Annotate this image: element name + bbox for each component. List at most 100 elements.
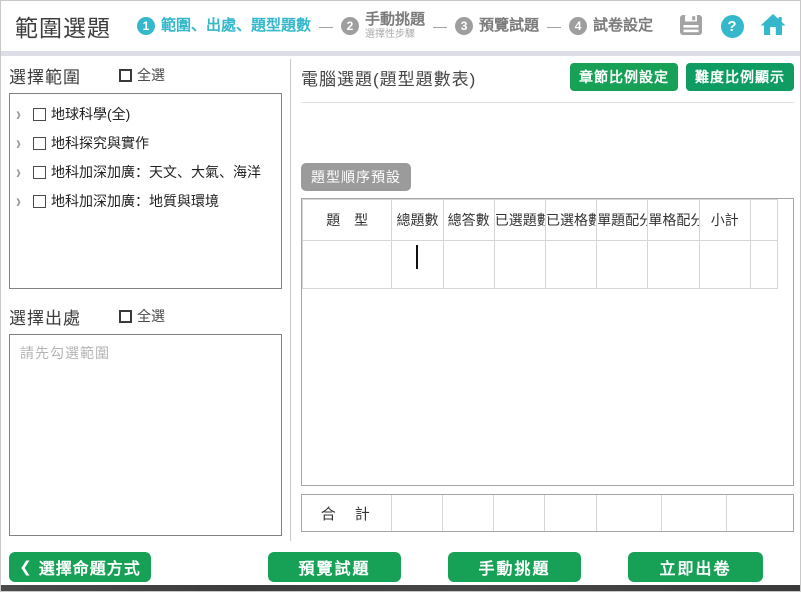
- totals-cell: [544, 495, 596, 531]
- table-cell[interactable]: [597, 241, 648, 289]
- chapter-ratio-button[interactable]: 章節比例設定: [570, 63, 678, 91]
- app-window: 範圍選題 1範圍、出處、題型題數—2手動挑題選擇性步驟—3預覽試題—4試卷設定 …: [0, 0, 801, 592]
- table-cell[interactable]: [494, 241, 545, 289]
- table-row: [303, 241, 778, 289]
- step-4-circle: 4: [569, 17, 587, 35]
- question-type-order-preset-button[interactable]: 題型順序預設: [301, 163, 411, 191]
- source-section-title: 選擇出處: [9, 304, 81, 329]
- expand-chevron-icon[interactable]: ›: [16, 162, 28, 182]
- range-item-checkbox[interactable]: [33, 108, 46, 121]
- range-item-label: 地科加深加廣：天文、大氣、海洋: [51, 162, 261, 182]
- step-2-sublabel: 選擇性步驟: [365, 29, 425, 40]
- range-item-label: 地科加深加廣：地質與環境: [51, 191, 219, 211]
- totals-cell: [596, 495, 661, 531]
- column-header-2: 總答數: [443, 200, 494, 241]
- totals-row-container: 合 計: [301, 494, 794, 532]
- totals-label: 合 計: [302, 495, 391, 531]
- main-divider: [301, 102, 794, 103]
- range-section-header: 選擇範圍 全選: [9, 61, 282, 89]
- step-1-label: 範圍、出處、題型題數: [161, 18, 311, 35]
- source-select-all-label: 全選: [137, 306, 165, 326]
- range-tree-item-0[interactable]: › 地球科學(全): [16, 104, 277, 124]
- step-indicator: 1 範圍、出處、題型題數 — 2手動挑題選擇性步驟 — 3 預覽試題 — 4 試卷設定: [137, 12, 678, 40]
- column-header-0: 題 型: [303, 200, 392, 241]
- step-1[interactable]: 1 範圍、出處、題型題數: [137, 17, 311, 35]
- step-4[interactable]: 4 試卷設定: [569, 17, 653, 35]
- range-section-title: 選擇範圍: [9, 63, 81, 88]
- range-item-label: 地球科學(全): [51, 104, 130, 124]
- totals-cell: [391, 495, 442, 531]
- source-section-header: 選擇出處 全選: [9, 302, 282, 330]
- totals-cell: [442, 495, 493, 531]
- column-header-8: [750, 200, 777, 241]
- step-1-circle: 1: [137, 17, 155, 35]
- step-3-circle: 3: [455, 17, 473, 35]
- step-separator: —: [319, 18, 333, 34]
- totals-cell: [661, 495, 726, 531]
- column-header-7: 小計: [699, 200, 750, 241]
- totals-row: 合 計: [302, 495, 793, 531]
- save-button[interactable]: [678, 13, 704, 39]
- source-list: 請先勾選範圍: [9, 334, 282, 536]
- totals-cell: [493, 495, 544, 531]
- expand-chevron-icon[interactable]: ›: [16, 104, 28, 124]
- header: 範圍選題 1範圍、出處、題型題數—2手動挑題選擇性步驟—3預覽試題—4試卷設定 …: [1, 1, 800, 51]
- back-to-method-button[interactable]: ❮ 選擇命題方式: [9, 552, 151, 582]
- source-select-all-checkbox[interactable]: [119, 310, 132, 323]
- help-button[interactable]: ?: [719, 13, 745, 39]
- range-item-checkbox[interactable]: [33, 166, 46, 179]
- header-icons: ?: [678, 13, 786, 39]
- main-panel: 電腦選題(題型題數表) 章節比例設定 難度比例顯示 題型順序預設 題 型總題數總…: [301, 61, 794, 532]
- expand-chevron-icon[interactable]: ›: [16, 133, 28, 153]
- step-4-label: 試卷設定: [593, 18, 653, 35]
- range-select-all[interactable]: 全選: [119, 65, 165, 85]
- manual-pick-button[interactable]: 手動挑題: [448, 552, 581, 582]
- page-title: 範圍選題: [15, 9, 111, 43]
- totals-cell: [726, 495, 793, 531]
- source-placeholder: 請先勾選範圍: [20, 345, 110, 361]
- range-tree: › 地球科學(全) › 地科探究與實作 › 地科加深加廣：天文、大氣、海洋 › 地科加深加廣：…: [9, 93, 282, 289]
- range-select-all-label: 全選: [137, 65, 165, 85]
- question-type-table: 題 型總題數總答數已選題數已選格數單題配分單格配分小計: [302, 199, 778, 289]
- table-cell[interactable]: [392, 241, 443, 289]
- range-select-all-checkbox[interactable]: [119, 69, 132, 82]
- home-button[interactable]: [760, 13, 786, 39]
- range-tree-item-1[interactable]: › 地科探究與實作: [16, 133, 277, 153]
- step-separator: —: [547, 18, 561, 34]
- save-icon: [679, 14, 703, 39]
- back-arrow-icon: ❮: [19, 558, 33, 576]
- column-header-3: 已選題數: [494, 200, 545, 241]
- step-3-label: 預覽試題: [479, 18, 539, 35]
- difficulty-ratio-button[interactable]: 難度比例顯示: [686, 63, 794, 91]
- table-cell[interactable]: [648, 241, 699, 289]
- text-cursor: [416, 245, 418, 269]
- home-icon: [760, 13, 786, 40]
- table-cell[interactable]: [750, 241, 777, 289]
- table-cell[interactable]: [443, 241, 494, 289]
- header-divider: [1, 51, 800, 56]
- step-3[interactable]: 3 預覽試題: [455, 17, 539, 35]
- range-tree-item-2[interactable]: › 地科加深加廣：天文、大氣、海洋: [16, 162, 277, 182]
- question-type-table-container: 題 型總題數總答數已選題數已選格數單題配分單格配分小計: [301, 198, 794, 486]
- table-cell[interactable]: [699, 241, 750, 289]
- step-2[interactable]: 2手動挑題選擇性步驟: [341, 12, 425, 40]
- totals-table: 合 計: [302, 495, 793, 531]
- source-select-all[interactable]: 全選: [119, 306, 165, 326]
- table-cell[interactable]: [303, 241, 392, 289]
- column-header-4: 已選格數: [545, 200, 596, 241]
- column-header-6: 單格配分: [648, 200, 699, 241]
- step-2-circle: 2: [341, 17, 359, 35]
- help-icon: ?: [721, 15, 744, 38]
- step-separator: —: [433, 18, 447, 34]
- range-tree-item-3[interactable]: › 地科加深加廣：地質與環境: [16, 191, 277, 211]
- main-title: 電腦選題(題型題數表): [301, 65, 476, 90]
- table-cell[interactable]: [545, 241, 596, 289]
- preview-questions-button[interactable]: 預覽試題: [268, 552, 401, 582]
- generate-exam-button[interactable]: 立即出卷: [628, 552, 763, 582]
- column-header-1: 總題數: [392, 200, 443, 241]
- range-item-checkbox[interactable]: [33, 195, 46, 208]
- range-item-label: 地科探究與實作: [51, 133, 149, 153]
- panel-divider: [290, 59, 291, 541]
- range-item-checkbox[interactable]: [33, 137, 46, 150]
- expand-chevron-icon[interactable]: ›: [16, 191, 28, 211]
